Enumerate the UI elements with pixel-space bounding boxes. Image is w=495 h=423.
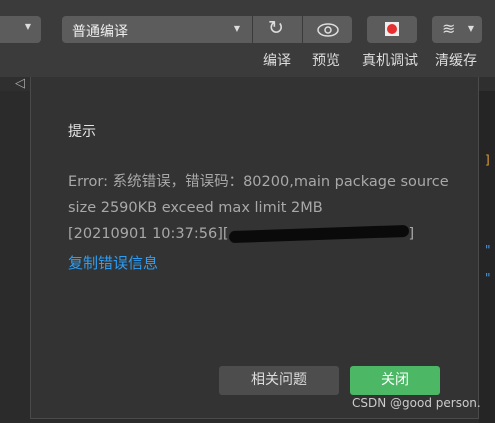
- watermark: CSDN @good person.: [352, 396, 481, 410]
- clear-cache-button[interactable]: ≋ ▼: [432, 16, 482, 43]
- redacted-scribble: [228, 224, 409, 244]
- toolbar: ▼ 普通编译 ▼ ↻ ≋ ▼ 编译 预览 真机调试 清缓存: [0, 0, 495, 77]
- error-text-end: ]: [408, 226, 415, 242]
- error-text: Error: 系统错误，错误码：80200,main package sourc…: [68, 174, 449, 216]
- chevron-down-icon: ▼: [233, 24, 240, 33]
- clear-cache-label: 清缓存: [435, 53, 477, 69]
- compile-button[interactable]: ↻: [253, 16, 302, 43]
- preview-label: 预览: [312, 53, 340, 69]
- chevron-down-icon: ▼: [467, 24, 474, 33]
- compile-label: 编译: [263, 53, 291, 69]
- layers-icon: ≋: [442, 19, 456, 38]
- debug-error-icon: [385, 22, 399, 36]
- compile-mode-select[interactable]: 普通编译 ▼: [62, 16, 252, 43]
- compile-mode-value: 普通编译: [72, 24, 128, 40]
- related-issues-button[interactable]: 相关问题: [219, 366, 339, 395]
- refresh-icon: ↻: [268, 17, 284, 39]
- copy-error-link[interactable]: 复制错误信息: [68, 252, 158, 273]
- code-editor-edge: ] " ": [479, 91, 495, 423]
- close-button[interactable]: 关闭: [350, 366, 440, 395]
- project-select[interactable]: ▼: [0, 16, 41, 43]
- eye-icon: [317, 23, 339, 37]
- volume-icon[interactable]: ◁: [15, 76, 25, 91]
- dialog-title: 提示: [68, 124, 96, 140]
- error-timestamp: [20210901 10:37:56][: [68, 226, 229, 242]
- error-dialog: 提示 Error: 系统错误，错误码：80200,main package so…: [30, 77, 479, 419]
- preview-button[interactable]: [303, 16, 352, 43]
- remote-debug-button[interactable]: [367, 16, 417, 43]
- remote-debug-label: 真机调试: [362, 53, 418, 69]
- error-message: Error: 系统错误，错误码：80200,main package sourc…: [68, 169, 458, 247]
